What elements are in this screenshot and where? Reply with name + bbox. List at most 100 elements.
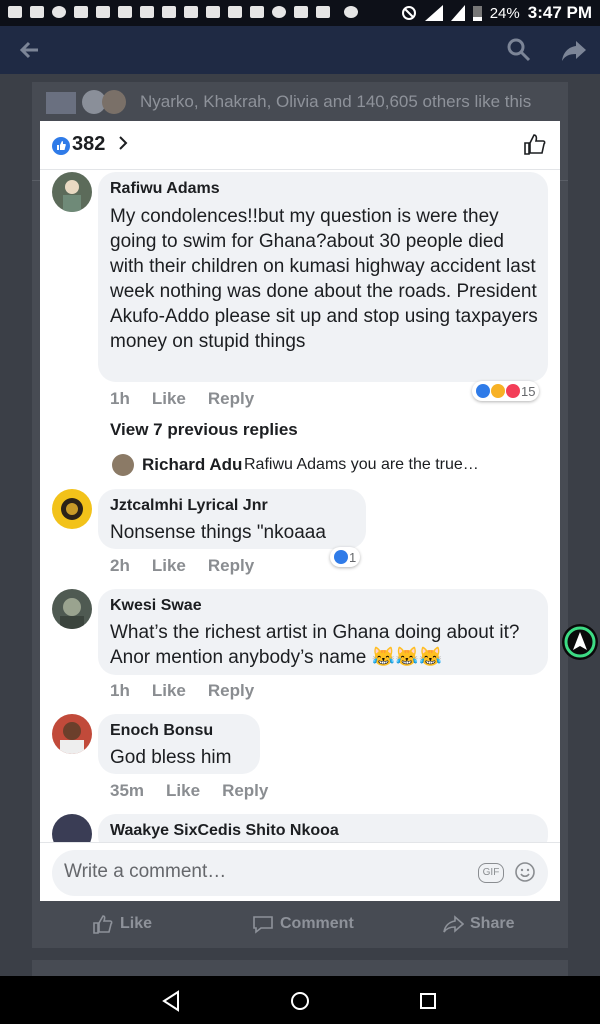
comment-actions: 2h Like Reply (110, 556, 276, 576)
comment-time: 35m (110, 781, 145, 800)
signal-2-icon (450, 5, 465, 21)
battery-percent: 24% (489, 4, 520, 22)
comment-time: 1h (110, 681, 130, 700)
comment-bubble[interactable]: Rafiwu Adams My condolences!!but my ques… (98, 172, 548, 382)
notification-icon (8, 6, 22, 18)
commenter-name[interactable]: Jztcalmhi Lyrical Jnr (110, 497, 268, 515)
notification-icon (140, 6, 154, 18)
comment-bubble[interactable]: Jztcalmhi Lyrical Jnr Nonsense things "n… (98, 489, 366, 549)
emoji-button[interactable] (514, 861, 536, 883)
comment-bubble[interactable]: Enoch Bonsu God bless him (98, 714, 260, 774)
triangle-back-icon (162, 990, 179, 1012)
avatar[interactable] (52, 489, 92, 529)
post-share-label: Share (470, 915, 515, 932)
commenter-name[interactable]: Waakye SixCedis Shito Nkooa (110, 822, 339, 840)
view-previous-replies-link[interactable]: View 7 previous replies (110, 420, 298, 440)
comment-reply-link[interactable]: Reply (208, 389, 254, 408)
gif-button[interactable]: GIF (478, 863, 504, 883)
notification-icon (30, 6, 44, 18)
battery-icon (472, 6, 482, 21)
comment-actions: 1h Like Reply (110, 389, 276, 409)
reply-preview-text[interactable]: Rafiwu Adams you are the true… (244, 456, 479, 474)
post-like-label: Like (120, 915, 153, 932)
comment-actions: 35m Like Reply (110, 781, 290, 801)
next-post-card (32, 960, 568, 976)
avatar[interactable] (112, 454, 134, 476)
post-share-button[interactable]: Share (442, 914, 514, 934)
notification-icon (272, 6, 286, 18)
comment-reactions[interactable]: 1 (330, 547, 361, 567)
nav-recents-button[interactable] (417, 990, 439, 1012)
comment-time: 1h (110, 389, 130, 408)
comment-text-wrap: What’s the richest artist in Ghana doing… (110, 620, 540, 670)
notification-icon (74, 6, 88, 18)
avatar[interactable] (52, 589, 92, 629)
comment-like-link[interactable]: Like (152, 389, 186, 408)
notification-icon (52, 6, 66, 18)
comment-reply-link[interactable]: Reply (208, 681, 254, 700)
like-reaction-icon (52, 137, 70, 155)
reply-author-name[interactable]: Richard Adu (142, 455, 242, 475)
arrow-left-icon (19, 41, 38, 59)
do-not-disturb-icon (401, 6, 416, 20)
comment-text: Nonsense things "nkoaaa (110, 522, 326, 543)
comment-time: 2h (110, 556, 130, 575)
reaction-count: 1 (349, 549, 357, 565)
square-recents-icon (420, 993, 436, 1009)
comment-reactions[interactable]: 15 (472, 381, 540, 401)
comment-text: My condolences!!but my question is were … (110, 206, 538, 352)
share-arrow-icon (562, 41, 586, 61)
crying-laughing-emoji-icon: 😹😹😹 (371, 647, 443, 668)
comment-input[interactable] (64, 861, 444, 883)
love-reaction-icon (506, 384, 520, 398)
comment-reply-link[interactable]: Reply (208, 556, 254, 575)
comment-composer: GIF (52, 850, 548, 896)
comment-like-link[interactable]: Like (152, 556, 186, 575)
post-like-button[interactable]: Like (92, 914, 152, 934)
notification-icon (118, 6, 132, 18)
commenter-name[interactable]: Rafiwu Adams (110, 180, 220, 198)
likers-summary[interactable]: Nyarko, Khakrah, Olivia and 140,605 othe… (140, 92, 531, 112)
search-button[interactable] (505, 36, 533, 64)
comment-reply-link[interactable]: Reply (222, 781, 268, 800)
chevron-right-icon[interactable] (116, 133, 130, 159)
comment-actions: 1h Like Reply (110, 681, 276, 701)
post-comment-button[interactable]: Comment (252, 914, 354, 934)
clock: 3:47 PM (527, 3, 592, 22)
search-icon (507, 38, 531, 62)
commenter-name[interactable]: Enoch Bonsu (110, 722, 213, 740)
reaction-count[interactable]: 382 (72, 133, 105, 156)
comment-bubble[interactable]: Kwesi Swae What’s the richest artist in … (98, 589, 548, 675)
circle-home-icon (291, 992, 309, 1010)
comment-like-link[interactable]: Like (166, 781, 200, 800)
back-button[interactable] (16, 36, 44, 64)
avatar[interactable] (52, 172, 92, 212)
thumbs-up-outline-icon (524, 134, 546, 155)
notification-icon (206, 6, 220, 18)
status-bar: 24% 3:47 PM (0, 0, 600, 26)
avatar[interactable] (52, 714, 92, 754)
floating-app-button[interactable] (562, 624, 598, 660)
nav-back-button[interactable] (160, 990, 184, 1012)
nav-home-button[interactable] (288, 989, 312, 1013)
notification-icon (344, 6, 358, 18)
haha-reaction-icon (491, 384, 505, 398)
share-button[interactable] (560, 36, 588, 64)
notification-icon (294, 6, 308, 18)
comment-icon (253, 916, 273, 934)
notification-icon (228, 6, 242, 18)
liker-avatars (44, 88, 134, 116)
notification-icon (184, 6, 198, 18)
like-post-button[interactable] (523, 133, 547, 157)
system-nav-bar (0, 976, 600, 1024)
notification-icon (162, 6, 176, 18)
signal-icon (424, 5, 443, 21)
comment-text: What’s the richest artist in Ghana doing… (110, 622, 520, 668)
notification-icon (316, 6, 330, 18)
commenter-name[interactable]: Kwesi Swae (110, 597, 202, 615)
comment-like-link[interactable]: Like (152, 681, 186, 700)
post-comment-label: Comment (280, 915, 354, 932)
comments-dialog: 382 Rafiwu Adams My condolences!!but my … (40, 121, 560, 901)
notification-icon (250, 6, 264, 18)
notification-icon (96, 6, 110, 18)
